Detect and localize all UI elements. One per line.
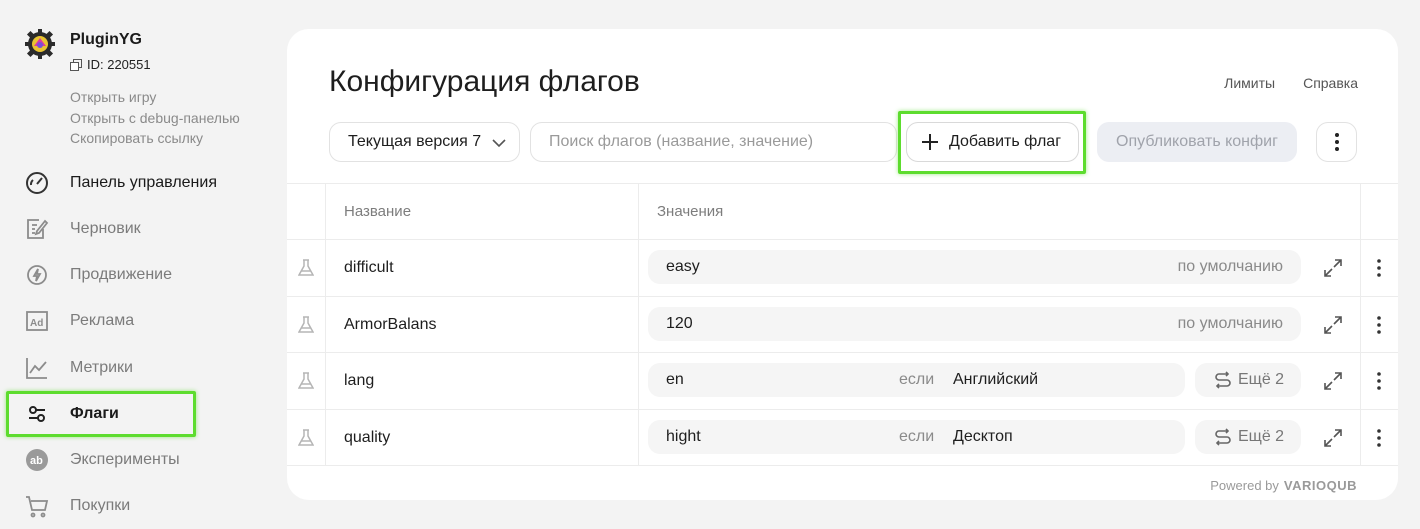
metrics-chart-icon xyxy=(24,355,50,381)
flag-value: 120 xyxy=(666,315,693,332)
flask-icon xyxy=(298,429,314,446)
nav-label-metrics: Метрики xyxy=(70,359,133,376)
flask-icon xyxy=(298,372,314,389)
nav-item-ads[interactable]: Ad Реклама xyxy=(24,305,254,337)
powered-by: Powered by VARIOQUB xyxy=(1210,478,1357,493)
flag-value: hight xyxy=(666,428,701,445)
top-links: Лимиты Справка xyxy=(1224,75,1358,91)
swap-arrows-icon xyxy=(1215,428,1231,446)
expand-icon[interactable] xyxy=(1323,371,1343,391)
nav-label-draft: Черновик xyxy=(70,220,141,237)
condition-if-label: если xyxy=(899,428,935,445)
more-actions-button[interactable] xyxy=(1316,122,1357,162)
flag-value-pill[interactable]: easy по умолчанию xyxy=(648,250,1301,284)
sidebar: PluginYG ID: 220551 Открыть игру Открыть… xyxy=(0,0,287,529)
flag-value-pill[interactable]: en если Английский xyxy=(648,363,1185,397)
row-menu-kebab-icon[interactable] xyxy=(1376,315,1382,335)
nav-label-experiments: Эксперименты xyxy=(70,451,180,468)
kebab-icon xyxy=(1334,133,1339,151)
nav-label-dashboard: Панель управления xyxy=(70,174,217,191)
add-flag-button[interactable]: Добавить флаг xyxy=(906,122,1079,162)
swap-arrows-icon xyxy=(1215,371,1231,389)
nav-item-experiments[interactable]: ab Эксперименты xyxy=(24,444,254,476)
more-conditions-label: Ещё 2 xyxy=(1238,371,1285,388)
version-select[interactable]: Текущая версия 7 xyxy=(329,122,520,162)
flags-highlight-box xyxy=(6,391,196,437)
nav-item-promotion[interactable]: Продвижение xyxy=(24,259,254,291)
publish-config-button[interactable]: Опубликовать конфиг xyxy=(1097,122,1297,162)
column-header-name: Название xyxy=(344,203,412,220)
flag-name: lang xyxy=(344,372,375,389)
flag-name: quality xyxy=(344,429,391,446)
expand-icon[interactable] xyxy=(1323,315,1343,335)
condition-value: Английский xyxy=(953,371,1039,388)
dashboard-gauge-icon xyxy=(24,170,50,196)
main-panel: Конфигурация флагов Лимиты Справка Текущ… xyxy=(287,29,1398,500)
open-debug-link[interactable]: Открыть с debug-панелью xyxy=(70,108,240,129)
draft-edit-icon xyxy=(24,216,50,242)
default-label: по умолчанию xyxy=(1177,315,1283,332)
flask-icon xyxy=(298,259,314,276)
svg-text:ab: ab xyxy=(30,455,43,467)
open-game-link[interactable]: Открыть игру xyxy=(70,87,240,108)
powered-by-label: Powered by xyxy=(1210,478,1279,493)
app-header: PluginYG ID: 220551 xyxy=(24,28,151,72)
publish-config-label: Опубликовать конфиг xyxy=(1116,133,1278,150)
chevron-down-icon xyxy=(492,139,506,148)
condition-value: Десктоп xyxy=(953,428,1013,445)
nav-item-purchases[interactable]: Покупки xyxy=(24,490,254,522)
ad-icon: Ad xyxy=(24,308,50,334)
expand-icon[interactable] xyxy=(1323,428,1343,448)
copy-icon[interactable] xyxy=(70,58,82,71)
flag-value: easy xyxy=(666,258,700,275)
expand-icon[interactable] xyxy=(1323,258,1343,278)
nav-item-dashboard[interactable]: Панель управления xyxy=(24,167,254,199)
app-name: PluginYG xyxy=(70,31,142,48)
flag-value-pill[interactable]: 120 по умолчанию xyxy=(648,307,1301,341)
svg-text:Ad: Ad xyxy=(30,318,43,329)
flag-value: en xyxy=(666,371,684,388)
row-menu-kebab-icon[interactable] xyxy=(1376,428,1382,448)
nav-item-metrics[interactable]: Метрики xyxy=(24,352,254,384)
copy-link[interactable]: Скопировать ссылку xyxy=(70,128,240,149)
varioqub-logo[interactable]: VARIOQUB xyxy=(1284,478,1357,493)
add-flag-label: Добавить флаг xyxy=(949,133,1062,150)
more-conditions-button[interactable]: Ещё 2 xyxy=(1195,363,1301,397)
flask-icon xyxy=(298,316,314,333)
nav-label-promotion: Продвижение xyxy=(70,266,172,283)
flag-name: difficult xyxy=(344,259,394,276)
flags-table: Название Значения difficult easy по умол… xyxy=(287,183,1398,466)
experiments-ab-icon: ab xyxy=(24,447,50,473)
more-conditions-button[interactable]: Ещё 2 xyxy=(1195,420,1301,454)
cart-icon xyxy=(24,493,50,519)
row-menu-kebab-icon[interactable] xyxy=(1376,371,1382,391)
app-links: Открыть игру Открыть с debug-панелью Ско… xyxy=(70,87,240,149)
nav-item-draft[interactable]: Черновик xyxy=(24,213,254,245)
app-id-label: ID: 220551 xyxy=(87,57,151,72)
row-menu-kebab-icon[interactable] xyxy=(1376,258,1382,278)
column-header-values: Значения xyxy=(657,203,724,220)
app-logo-gear-icon xyxy=(25,29,55,59)
plus-icon xyxy=(922,134,938,150)
promotion-bolt-icon xyxy=(24,262,50,288)
nav-label-purchases: Покупки xyxy=(70,497,131,514)
flag-value-pill[interactable]: hight если Десктоп xyxy=(648,420,1185,454)
more-conditions-label: Ещё 2 xyxy=(1238,428,1285,445)
page-title: Конфигурация флагов xyxy=(329,65,640,98)
version-select-value: Текущая версия 7 xyxy=(348,133,482,150)
app-id: ID: 220551 xyxy=(70,57,151,72)
help-link[interactable]: Справка xyxy=(1303,75,1358,91)
flag-name: ArmorBalans xyxy=(344,316,437,333)
condition-if-label: если xyxy=(899,371,935,388)
limits-link[interactable]: Лимиты xyxy=(1224,75,1275,91)
search-input[interactable] xyxy=(530,122,897,162)
nav-label-ads: Реклама xyxy=(70,312,135,329)
default-label: по умолчанию xyxy=(1177,258,1283,275)
